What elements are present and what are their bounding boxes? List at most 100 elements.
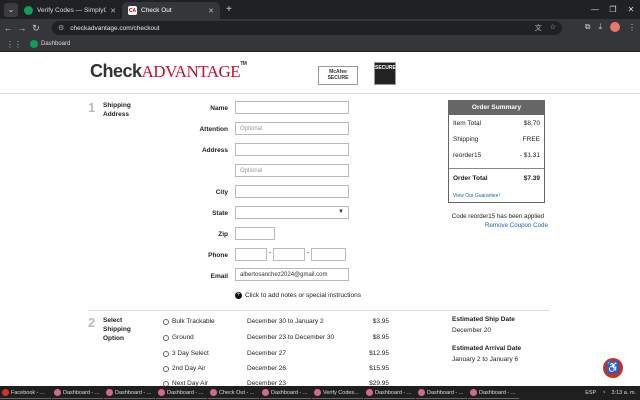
taskbar-item[interactable]: Facebook - ... [0,387,51,399]
bookmark-star-icon[interactable]: ☆ [550,23,556,33]
checkadvantage-favicon-icon: CA [128,6,137,15]
browser-tab-bar: ⌄ Verify Codes — SimplyCodes ✕ CA Check … [0,0,640,19]
download-icon[interactable]: ⤓ [598,22,602,32]
shipping-option-price: $8.95 [372,334,389,341]
name-label: Name [210,105,228,112]
forward-icon[interactable]: → [16,23,28,33]
tab-check-out[interactable]: CA Check Out ✕ [122,2,220,19]
logo-tm: TM [240,61,247,67]
bookmark-label: Dashboard [41,41,71,47]
site-header: CheckAdvantageTM McAfee SECURE SECURE [0,52,640,94]
taskbar-item[interactable]: Dashboard - ... [104,387,155,399]
reload-icon[interactable]: ↻ [30,23,42,34]
system-tray: ESP ◔ 3:13 a. m. [585,386,636,400]
language-indicator[interactable]: ESP [585,390,596,396]
taskbar-item[interactable]: Dashboard - ... [416,387,467,399]
mcafee-secure-badge[interactable]: McAfee SECURE [318,66,358,85]
step-1-number: 1 [88,100,96,115]
step-2-title: Select Shipping Option [103,317,131,342]
secure-badge-text: SECURE [375,65,396,71]
plus-circle-icon: + [235,292,242,299]
taskbar-item[interactable]: Dashboard - ... [156,387,207,399]
discount-row: reorder15 - $1.31 [453,152,540,159]
shipping-option-name: 3 Day Select [172,350,209,357]
taskbar-item[interactable]: Verify Codes... [312,387,363,399]
shipping-row: Shipping FREE [453,136,540,143]
state-select[interactable]: ▼ [235,206,349,219]
taskbar-item[interactable]: Dashboard - ... [260,387,311,399]
browser-toolbar: ← → ↻ ⚙ checkadvantage.com/checkout 文 ☆ … [0,19,640,37]
address-bar[interactable]: ⚙ checkadvantage.com/checkout 文 ☆ [52,21,562,35]
close-window-icon[interactable]: ✕ [622,5,640,14]
radio-button[interactable] [163,334,169,341]
coupon-applied-note: Code reorder15 has been applied [451,213,544,220]
translate-icon[interactable]: 文 [535,23,542,33]
add-notes-label: Click to add notes or special instructio… [245,292,361,299]
taskbar-item[interactable]: Check Out - ... [208,387,259,399]
bookmarks-bar: ⋮⋮ Dashboard [0,37,640,52]
taskbar-item[interactable]: Dashboard - ... [52,387,103,399]
item-total-row: Item Total $8.70 [453,120,540,127]
bookmark-dashboard[interactable]: Dashboard [30,40,70,48]
facebook-favicon-icon [2,389,9,396]
phone-line-field[interactable] [311,248,346,261]
close-icon[interactable]: ✕ [208,7,214,15]
add-notes-link[interactable]: + Click to add notes or special instruct… [235,292,361,299]
wifi-icon[interactable]: ◔ [602,390,605,396]
phone-separator: - [307,250,310,257]
dashboard-favicon-icon [262,389,269,396]
order-summary: Order Summary Item Total $8.70 Shipping … [448,100,545,203]
phone-prefix-field[interactable] [273,248,305,261]
radio-button[interactable] [163,350,169,357]
shipping-option-row[interactable]: Bulk Trackable December 30 to January 2 … [163,318,389,325]
taskbar-item[interactable]: Dashboard - ... [364,387,415,399]
phone-area-field[interactable] [235,248,267,261]
name-field[interactable] [235,101,349,114]
extensions-icon[interactable]: ⧉ [585,22,591,32]
apps-grid-icon[interactable]: ⋮⋮ [6,40,22,49]
radio-button[interactable] [163,365,169,372]
new-tab-icon[interactable]: + [226,4,232,15]
shipping-option-name: Ground [172,334,194,341]
item-total-label: Item Total [453,120,482,127]
order-total-label: Order Total [453,175,488,182]
close-icon[interactable]: ✕ [110,7,116,15]
minimize-icon[interactable]: — [586,5,604,14]
taskbar-item-label: Dashboard - ... [375,389,412,396]
order-total-value: $7.39 [523,175,540,182]
zip-field[interactable] [235,227,275,240]
back-icon[interactable]: ← [2,23,14,33]
restore-icon[interactable]: ❐ [604,5,622,14]
avatar[interactable] [610,22,620,32]
guarantee-link[interactable]: View Our Guarantee! [453,193,500,199]
menu-icon[interactable]: ⋮ [628,23,636,32]
taskbar-item-label: Dashboard - ... [427,389,464,396]
radio-button[interactable] [163,318,169,325]
shipping-option-row[interactable]: 2nd Day Air December 26 $15.95 [163,365,389,372]
secure-site-badge[interactable]: SECURE [374,62,396,85]
accessibility-icon[interactable]: ♿ [603,358,623,378]
order-summary-header: Order Summary [449,101,544,115]
address2-field[interactable]: Optional [235,164,349,177]
email-field[interactable]: albertosanchez2024@gmail.com [235,268,349,281]
taskbar-item-label: Verify Codes... [323,389,359,396]
checkadvantage-logo[interactable]: CheckAdvantageTM [90,61,247,82]
summary-divider [449,168,544,169]
city-field[interactable] [235,185,349,198]
remove-coupon-link[interactable]: Remove Coupon Code [485,222,548,229]
taskbar-item[interactable]: Dashboard - ... [468,387,519,399]
shipping-option-price: $3.95 [372,318,389,325]
attention-field[interactable]: Optional [235,122,349,135]
site-info-icon[interactable]: ⚙ [58,24,64,32]
shipping-option-row[interactable]: Ground December 23 to December 30 $8.95 [163,334,389,341]
taskbar: Facebook - ... Dashboard - ... Dashboard… [0,386,640,400]
shipping-option-row[interactable]: 3 Day Select December 27 $12.95 [163,350,389,357]
clock[interactable]: 3:13 a. m. [612,390,636,396]
address-field[interactable] [235,143,349,156]
tab-verify-codes[interactable]: Verify Codes — SimplyCodes ✕ [18,2,122,19]
attention-label: Attention [199,126,228,133]
dashboard-favicon-icon [470,389,477,396]
est-arrival-label: Estimated Arrival Date [452,345,522,352]
taskbar-item-label: Facebook - ... [11,389,45,396]
tab-search-icon[interactable]: ⌄ [4,2,18,17]
